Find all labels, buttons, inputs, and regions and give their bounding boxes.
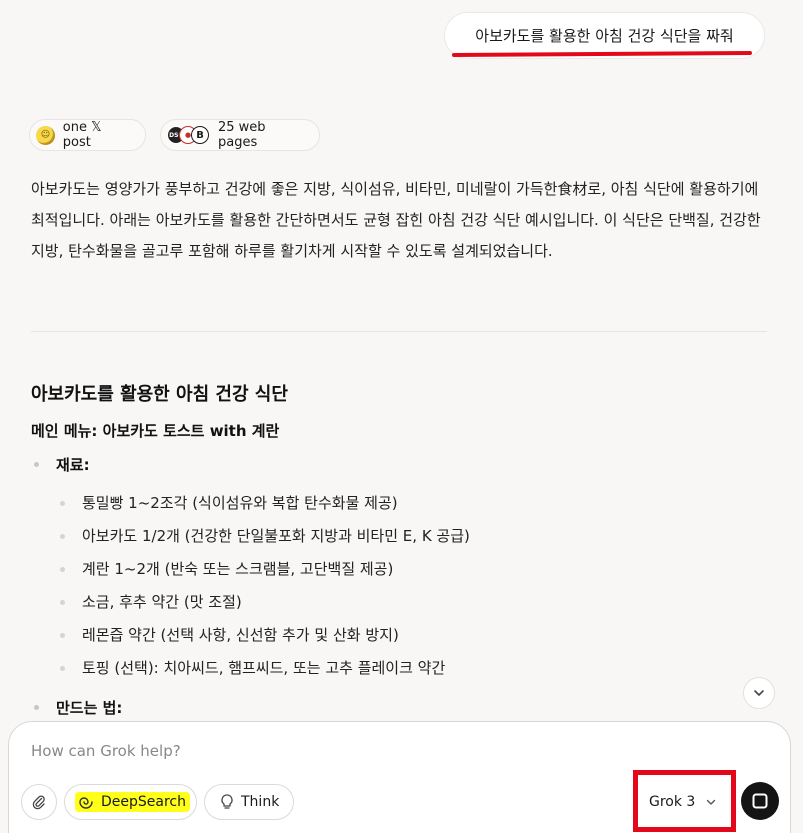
list-item: 소금, 후추 약간 (맛 조절) xyxy=(60,592,470,625)
deepsearch-label: DeepSearch xyxy=(101,794,186,810)
x-post-avatar-icon: ☺ xyxy=(36,125,55,145)
think-label: Think xyxy=(241,794,280,810)
list-item: 레몬즙 약간 (선택 사항, 신선함 추가 및 산화 방지) xyxy=(60,625,470,658)
x-posts-label: one 𝕏 post xyxy=(62,120,102,150)
model-selector[interactable]: Grok 3 xyxy=(649,787,717,817)
model-name: Grok 3 xyxy=(649,794,696,810)
list-item: 계란 1~2개 (반숙 또는 스크램블, 고단백질 제공) xyxy=(60,559,470,592)
scroll-down-button[interactable] xyxy=(743,677,775,709)
lightbulb-icon xyxy=(219,793,235,811)
main-menu-heading: 메인 메뉴: 아보카도 토스트 with 계란 xyxy=(31,422,280,440)
web-pages-chip[interactable]: DSC ● B 25 web pages xyxy=(160,119,320,151)
attach-button[interactable] xyxy=(21,784,57,820)
ingredients-list: 통밀빵 1~2조각 (식이섬유와 복합 탄수화물 제공) 아보카도 1/2개 (… xyxy=(60,493,470,691)
response-intro: 아보카도는 영양가가 풍부하고 건강에 좋은 지방, 식이섬유, 비타민, 미네… xyxy=(31,180,761,260)
favicon-icon: B xyxy=(191,126,209,144)
stop-square-icon xyxy=(752,793,768,809)
chevron-down-icon xyxy=(705,796,717,808)
method-label: 만드는 법: xyxy=(33,699,123,717)
deepsearch-swirl-icon xyxy=(77,794,95,810)
divider xyxy=(31,331,767,332)
stop-button[interactable] xyxy=(741,782,779,820)
ingredients-label: 재료: xyxy=(34,456,90,474)
favicon-stack: DSC ● B xyxy=(167,126,209,144)
list-item: 토핑 (선택): 치아씨드, 햄프씨드, 또는 고추 플레이크 약간 xyxy=(60,658,470,691)
x-posts-chip[interactable]: ☺ one 𝕏 post xyxy=(29,119,146,151)
user-message-text: 아보카도를 활용한 아침 건강 식단을 짜줘 xyxy=(475,27,734,45)
list-item: 통밀빵 1~2조각 (식이섬유와 복합 탄수화물 제공) xyxy=(60,493,470,526)
deepsearch-button[interactable]: DeepSearch xyxy=(64,784,197,820)
web-pages-label: 25 web pages xyxy=(218,120,266,150)
chevron-down-icon xyxy=(754,690,764,696)
prompt-input[interactable] xyxy=(31,742,531,760)
paperclip-icon xyxy=(32,795,45,810)
list-item: 아보카도 1/2개 (건강한 단일불포화 지방과 비타민 E, K 공급) xyxy=(60,526,470,559)
composer: DeepSearch Think Grok 3 xyxy=(8,721,791,833)
think-button[interactable]: Think xyxy=(204,784,294,820)
response-heading: 아보카도를 활용한 아침 건강 식단 xyxy=(31,384,288,405)
deepsearch-highlight: DeepSearch xyxy=(75,792,190,812)
